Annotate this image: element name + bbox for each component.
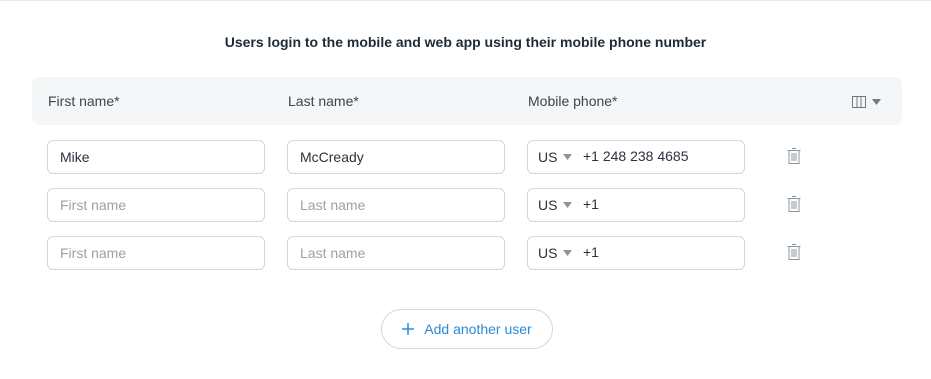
- country-code-label: US: [538, 197, 558, 213]
- user-row: First name Last name US +1: [0, 236, 931, 270]
- country-code-label: US: [538, 245, 558, 261]
- last-name-input[interactable]: Last name: [287, 236, 505, 270]
- page-title: Users login to the mobile and web app us…: [224, 34, 707, 50]
- last-name-input[interactable]: Last name: [287, 188, 505, 222]
- add-another-user-button[interactable]: Add another user: [381, 309, 553, 349]
- column-header-mobile-phone: Mobile phone*: [528, 93, 618, 109]
- country-code-label: US: [538, 149, 558, 165]
- mobile-phone-field[interactable]: US +1: [527, 236, 745, 270]
- mobile-phone-field[interactable]: US +1: [527, 188, 745, 222]
- phone-number-value: +1: [583, 244, 599, 260]
- chevron-down-icon: [563, 250, 573, 256]
- phone-number-value: +1: [583, 196, 599, 212]
- last-name-input[interactable]: McCready: [287, 140, 505, 174]
- country-code-select[interactable]: US: [538, 149, 573, 165]
- top-divider: [0, 0, 931, 1]
- trash-icon[interactable]: [787, 148, 801, 164]
- column-header-last-name: Last name*: [288, 93, 359, 109]
- country-code-select[interactable]: US: [538, 245, 573, 261]
- first-name-input[interactable]: Mike: [47, 140, 265, 174]
- country-code-select[interactable]: US: [538, 197, 573, 213]
- table-header: First name* Last name* Mobile phone*: [32, 77, 902, 125]
- column-header-first-name: First name*: [48, 93, 120, 109]
- chevron-down-icon: [563, 202, 573, 208]
- user-row: First name Last name US +1: [0, 188, 931, 222]
- trash-icon[interactable]: [787, 244, 801, 260]
- add-another-user-label: Add another user: [424, 321, 532, 337]
- trash-icon[interactable]: [787, 196, 801, 212]
- chevron-down-icon: [872, 99, 881, 105]
- column-settings-button[interactable]: [852, 93, 888, 111]
- chevron-down-icon: [563, 154, 573, 160]
- plus-icon: [402, 323, 415, 335]
- columns-icon: [852, 96, 866, 108]
- mobile-phone-field[interactable]: US +1 248 238 4685: [527, 140, 745, 174]
- first-name-input[interactable]: First name: [47, 236, 265, 270]
- user-row: Mike McCready US +1 248 238 4685: [0, 140, 931, 174]
- phone-number-value: +1 248 238 4685: [583, 148, 689, 164]
- first-name-input[interactable]: First name: [47, 188, 265, 222]
